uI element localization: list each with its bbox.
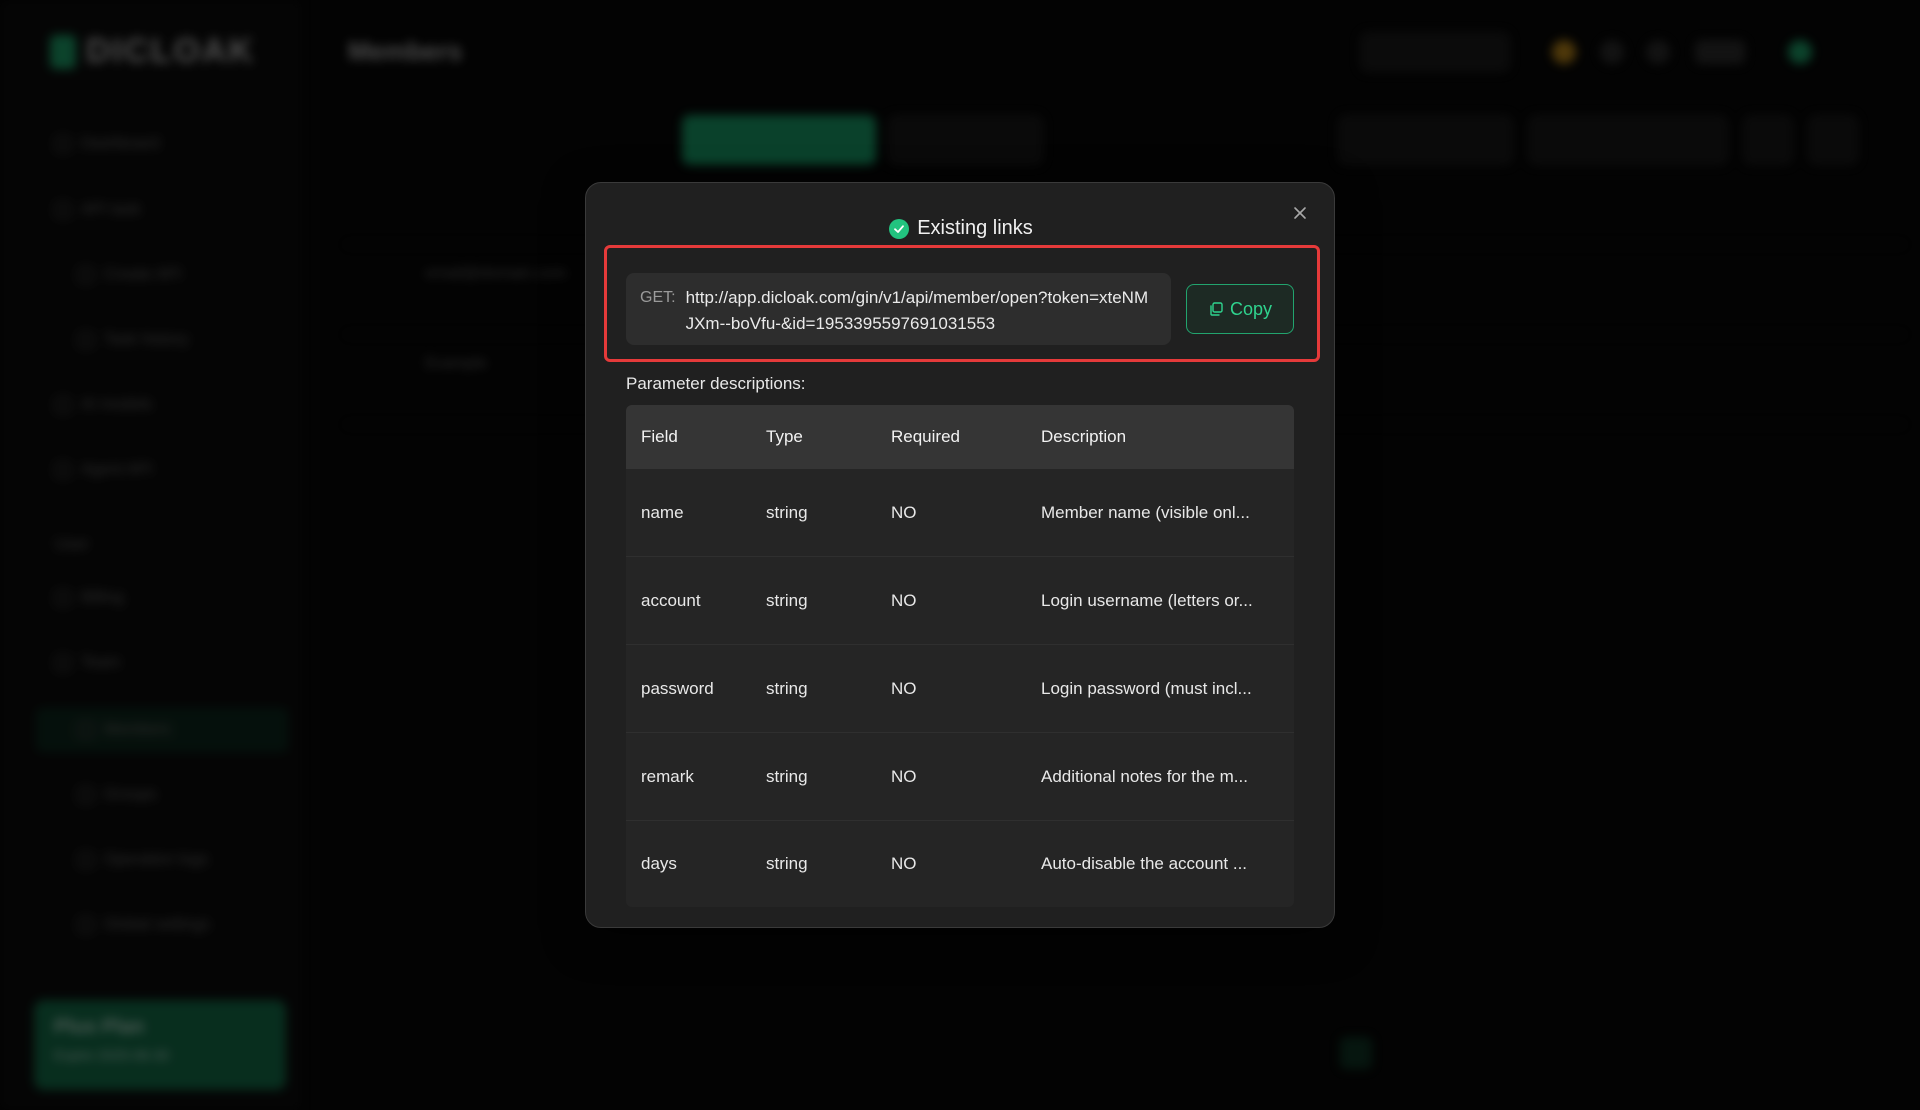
modal-title: Existing links: [586, 217, 1336, 240]
copy-icon: [1210, 302, 1223, 316]
copy-button-label: Copy: [1229, 298, 1273, 319]
existing-links-modal: Existing links GET: http://app.dicloak.c…: [585, 182, 1335, 928]
cell-field: account: [641, 590, 701, 610]
cell-required: NO: [891, 590, 917, 610]
cell-description: Additional notes for the m...: [1041, 766, 1248, 786]
method-label: GET:: [640, 289, 676, 306]
cell-required: NO: [891, 766, 917, 786]
api-link-box: GET: http://app.dicloak.com/gin/v1/api/m…: [626, 273, 1171, 345]
cell-description: Login password (must incl...: [1041, 678, 1252, 698]
table-row: name string NO Member name (visible onl.…: [626, 469, 1294, 557]
table-row: days string NO Auto-disable the account …: [626, 821, 1294, 907]
cell-type: string: [766, 678, 808, 698]
cell-description: Login username (letters or...: [1041, 590, 1253, 610]
header-description: Description: [1041, 427, 1127, 446]
table-row: account string NO Login username (letter…: [626, 557, 1294, 645]
api-link-url: http://app.dicloak.com/gin/v1/api/member…: [685, 288, 1149, 333]
cell-type: string: [766, 854, 808, 873]
header-required: Required: [891, 427, 960, 446]
table-header: Field Type Required Description: [626, 405, 1294, 469]
check-circle-icon: [889, 218, 910, 239]
table-row: password string NO Login password (must …: [626, 645, 1294, 733]
cell-field: remark: [641, 766, 694, 786]
cell-type: string: [766, 502, 808, 522]
cell-type: string: [766, 766, 808, 786]
parameter-table: Field Type Required Description name str…: [626, 405, 1294, 907]
cell-required: NO: [891, 502, 917, 522]
cell-required: NO: [891, 678, 917, 698]
close-icon[interactable]: [1286, 199, 1314, 227]
cell-type: string: [766, 590, 808, 610]
cell-description: Auto-disable the account ...: [1041, 854, 1248, 873]
copy-button[interactable]: Copy: [1186, 284, 1294, 334]
cell-required: NO: [891, 854, 917, 873]
cell-field: password: [641, 678, 714, 698]
cell-field: days: [641, 854, 677, 873]
cell-field: name: [641, 502, 684, 522]
modal-title-text: Existing links: [917, 217, 1033, 239]
header-type: Type: [766, 427, 803, 446]
parameter-heading: Parameter descriptions:: [626, 374, 806, 393]
table-row: remark string NO Additional notes for th…: [626, 733, 1294, 821]
header-field: Field: [641, 427, 678, 446]
cell-description: Member name (visible onl...: [1041, 502, 1250, 522]
